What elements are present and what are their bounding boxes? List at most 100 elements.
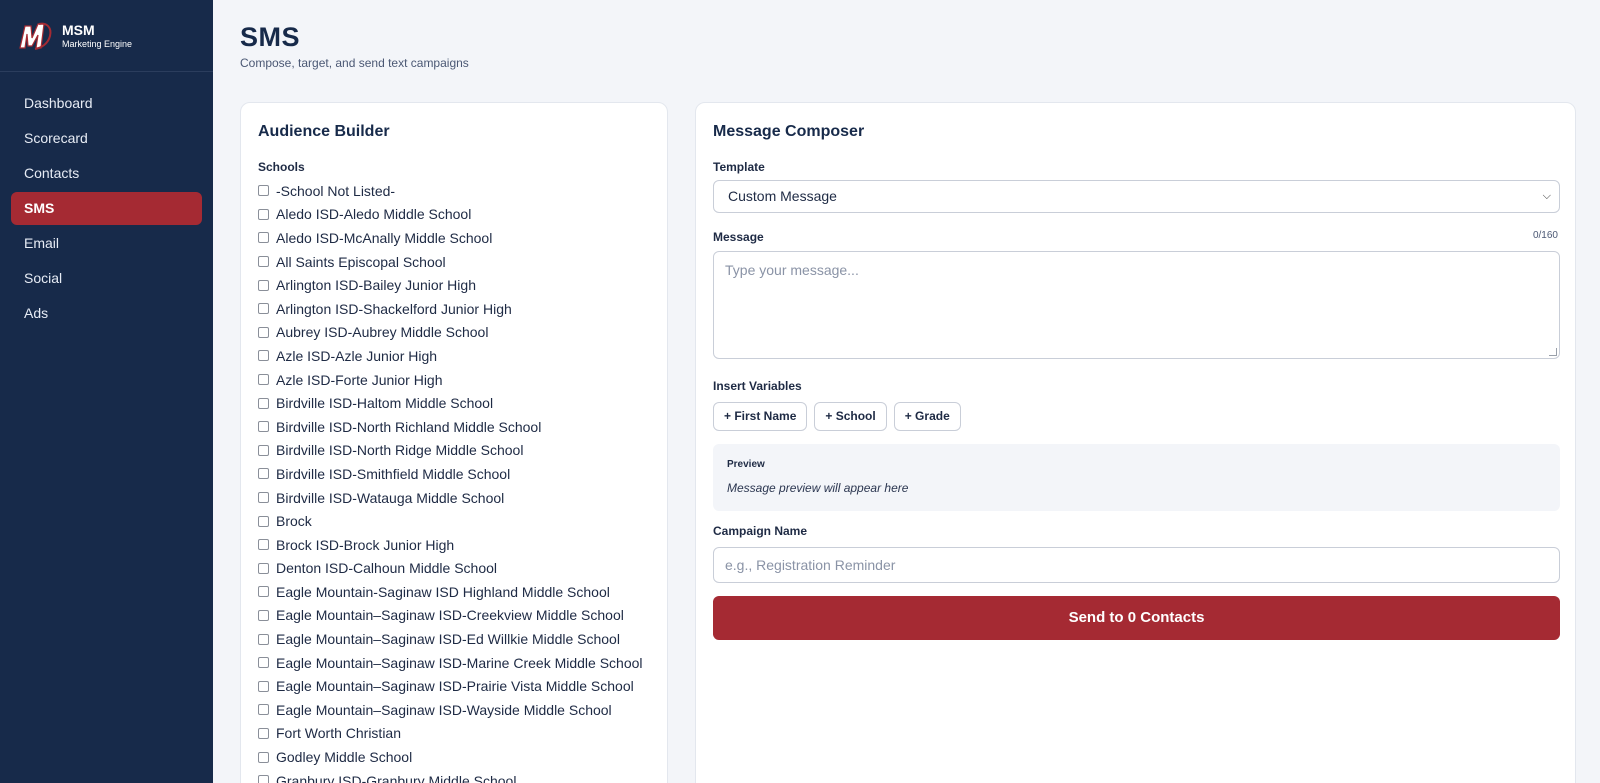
school-option[interactable]: Azle ISD-Azle Junior High xyxy=(258,344,643,368)
school-checkbox[interactable] xyxy=(258,751,269,763)
school-checkbox[interactable] xyxy=(258,515,269,527)
school-checkbox[interactable] xyxy=(258,704,269,716)
school-checkbox[interactable] xyxy=(258,586,269,598)
nav-item-contacts[interactable]: Contacts xyxy=(11,157,202,190)
school-option[interactable]: Birdville ISD-North Richland Middle Scho… xyxy=(258,415,643,439)
nav-item-sms[interactable]: SMS xyxy=(11,192,202,225)
preview-text: Message preview will appear here xyxy=(727,481,909,495)
brand-name: MSM xyxy=(62,21,95,38)
message-textarea[interactable]: Type your message... xyxy=(713,251,1560,359)
school-option[interactable]: Birdville ISD-Watauga Middle School xyxy=(258,486,643,510)
brand-subtitle: Marketing Engine xyxy=(62,38,133,49)
brand[interactable]: MSM Marketing Engine xyxy=(0,0,213,72)
school-checkbox[interactable] xyxy=(258,468,269,480)
school-checkbox[interactable] xyxy=(258,256,269,268)
school-checkbox[interactable] xyxy=(258,680,269,692)
school-option[interactable]: Aledo ISD-Aledo Middle School xyxy=(258,203,643,227)
school-option[interactable]: -School Not Listed- xyxy=(258,179,643,203)
insert-variables-label: Insert Variables xyxy=(713,379,802,393)
campaign-name-placeholder: e.g., Registration Reminder xyxy=(725,557,896,573)
insert-first-name-button[interactable]: + First Name xyxy=(713,402,808,431)
school-label: Brock xyxy=(276,513,312,530)
school-option[interactable]: Fort Worth Christian xyxy=(258,722,643,746)
school-label: Azle ISD-Forte Junior High xyxy=(276,371,443,388)
school-option[interactable]: Eagle Mountain–Saginaw ISD-Wayside Middl… xyxy=(258,698,643,722)
school-checkbox[interactable] xyxy=(258,326,269,338)
school-label: Aledo ISD-McAnally Middle School xyxy=(276,229,493,246)
school-checkbox[interactable] xyxy=(258,232,269,244)
sidebar: MSM Marketing Engine Dashboard Scorecard… xyxy=(0,0,213,783)
school-checkbox[interactable] xyxy=(258,208,269,220)
campaign-name-input[interactable]: e.g., Registration Reminder xyxy=(713,547,1560,583)
insert-school-button[interactable]: + School xyxy=(814,402,887,431)
school-option[interactable]: Eagle Mountain–Saginaw ISD-Marine Creek … xyxy=(258,651,643,675)
nav-item-scorecard[interactable]: Scorecard xyxy=(11,122,202,155)
school-label: Arlington ISD-Shackelford Junior High xyxy=(276,300,512,317)
school-checkbox[interactable] xyxy=(258,657,269,669)
school-checkbox[interactable] xyxy=(258,492,269,504)
school-checkbox[interactable] xyxy=(258,374,269,386)
school-option[interactable]: Godley Middle School xyxy=(258,745,643,769)
school-label: -School Not Listed- xyxy=(276,182,396,199)
school-option[interactable]: Eagle Mountain–Saginaw ISD-Prairie Vista… xyxy=(258,674,643,698)
school-option[interactable]: Brock xyxy=(258,509,643,533)
school-checkbox-list: -School Not Listed- Aledo ISD-Aledo Middl… xyxy=(258,179,643,783)
school-checkbox[interactable] xyxy=(258,421,269,433)
school-option[interactable]: Granbury ISD-Granbury Middle School xyxy=(258,769,643,783)
school-label: Birdville ISD-Watauga Middle School xyxy=(276,489,505,506)
school-label: Azle ISD-Azle Junior High xyxy=(276,347,438,364)
nav-item-dashboard[interactable]: Dashboard xyxy=(11,87,202,120)
school-option[interactable]: Eagle Mountain–Saginaw ISD-Ed Willkie Mi… xyxy=(258,627,643,651)
school-option[interactable]: All Saints Episcopal School xyxy=(258,250,643,274)
school-label: Denton ISD-Calhoun Middle School xyxy=(276,560,498,577)
school-checkbox[interactable] xyxy=(258,562,269,574)
template-select[interactable]: Custom Message ⌵ xyxy=(713,180,1560,213)
school-checkbox[interactable] xyxy=(258,350,269,362)
school-option[interactable]: Aubrey ISD-Aubrey Middle School xyxy=(258,321,643,345)
school-label: Godley Middle School xyxy=(276,749,413,766)
school-label: Birdville ISD-North Richland Middle Scho… xyxy=(276,418,542,435)
preview-label: Preview xyxy=(727,459,765,470)
school-label: Eagle Mountain–Saginaw ISD-Creekview Mid… xyxy=(276,607,624,624)
campaign-name-label: Campaign Name xyxy=(713,524,808,538)
school-checkbox[interactable] xyxy=(258,397,269,409)
nav-item-ads[interactable]: Ads xyxy=(11,297,202,330)
school-option[interactable]: Arlington ISD-Shackelford Junior High xyxy=(258,297,643,321)
school-option[interactable]: Aledo ISD-McAnally Middle School xyxy=(258,226,643,250)
school-option[interactable]: Arlington ISD-Bailey Junior High xyxy=(258,273,643,297)
resize-handle-icon[interactable] xyxy=(1549,348,1557,356)
school-checkbox[interactable] xyxy=(258,775,269,783)
page-title: SMS xyxy=(240,22,301,52)
school-option[interactable]: Denton ISD-Calhoun Middle School xyxy=(258,557,643,581)
school-checkbox[interactable] xyxy=(258,727,269,739)
school-option[interactable]: Azle ISD-Forte Junior High xyxy=(258,368,643,392)
nav-item-social[interactable]: Social xyxy=(11,262,202,295)
school-option[interactable]: Eagle Mountain-Saginaw ISD Highland Midd… xyxy=(258,580,643,604)
school-option[interactable]: Brock ISD-Brock Junior High xyxy=(258,533,643,557)
school-label: Eagle Mountain–Saginaw ISD-Marine Creek … xyxy=(276,654,643,671)
send-button[interactable]: Send to 0 Contacts xyxy=(713,596,1560,640)
school-checkbox[interactable] xyxy=(258,303,269,315)
message-composer-title: Message Composer xyxy=(713,123,865,140)
school-option[interactable]: Eagle Mountain–Saginaw ISD-Creekview Mid… xyxy=(258,604,643,628)
school-option[interactable]: Birdville ISD-Haltom Middle School xyxy=(258,391,643,415)
school-checkbox[interactable] xyxy=(258,609,269,621)
message-label: Message xyxy=(713,230,764,244)
school-checkbox[interactable] xyxy=(258,444,269,456)
nav-item-email[interactable]: Email xyxy=(11,227,202,260)
school-label: Birdville ISD-North Ridge Middle School xyxy=(276,442,524,459)
school-option[interactable]: Birdville ISD-North Ridge Middle School xyxy=(258,439,643,463)
school-label: Fort Worth Christian xyxy=(276,725,401,742)
school-checkbox[interactable] xyxy=(258,633,269,645)
school-checkbox[interactable] xyxy=(258,185,269,197)
school-option[interactable]: Birdville ISD-Smithfield Middle School xyxy=(258,462,643,486)
school-label: Brock ISD-Brock Junior High xyxy=(276,536,455,553)
school-checkbox[interactable] xyxy=(258,539,269,551)
school-label: Aubrey ISD-Aubrey Middle School xyxy=(276,324,489,341)
school-label: Eagle Mountain–Saginaw ISD-Wayside Middl… xyxy=(276,701,612,718)
insert-grade-button[interactable]: + Grade xyxy=(893,402,961,431)
school-checkbox[interactable] xyxy=(258,279,269,291)
audience-builder-title: Audience Builder xyxy=(258,123,390,140)
school-label: Eagle Mountain-Saginaw ISD Highland Midd… xyxy=(276,583,610,600)
chevron-down-icon: ⌵ xyxy=(1542,190,1551,202)
